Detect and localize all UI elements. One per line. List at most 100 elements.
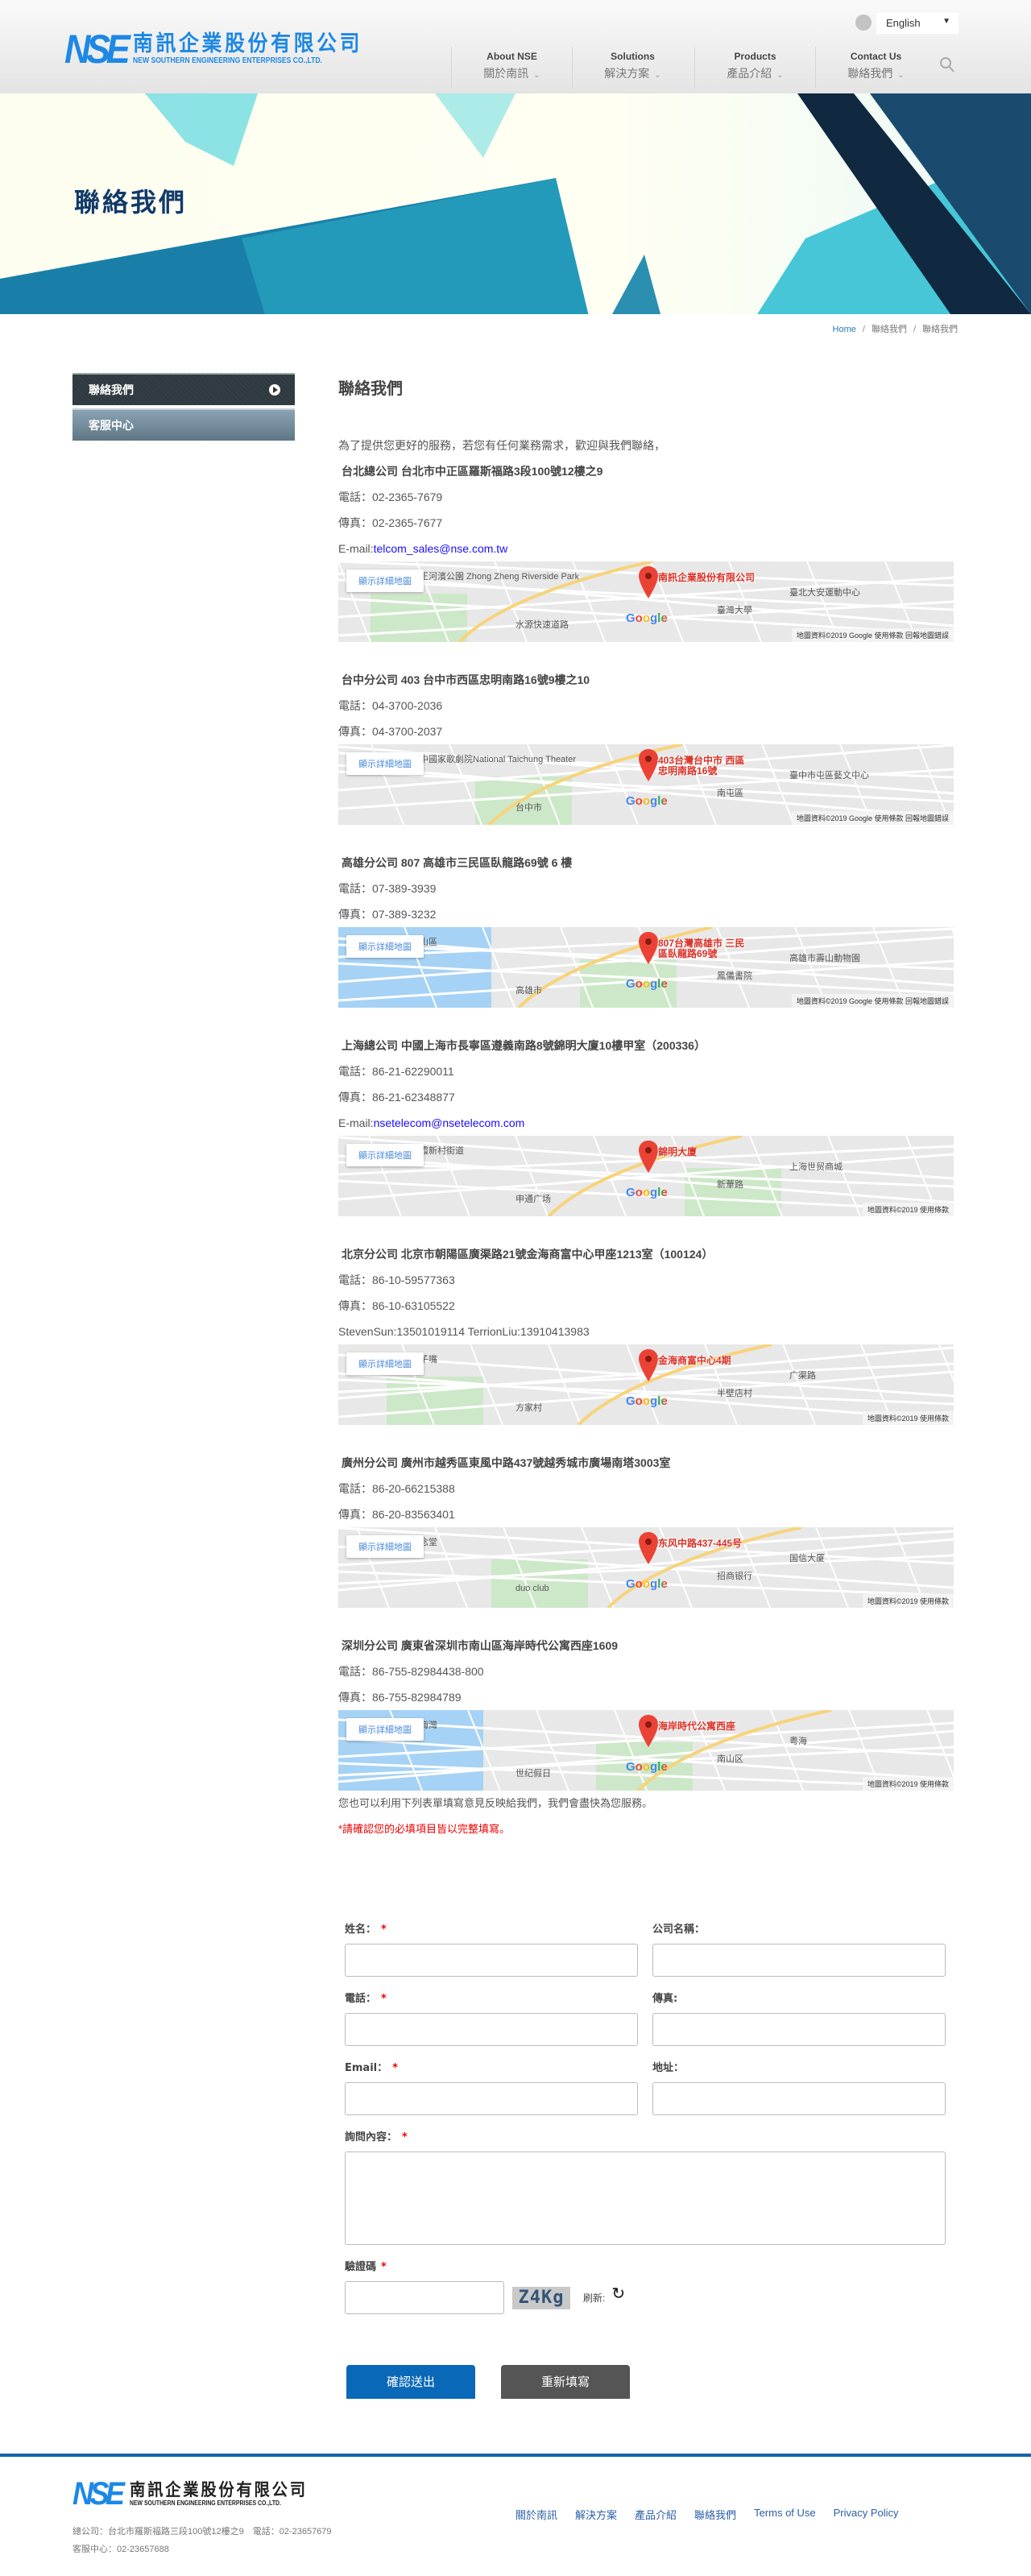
show-detailed-map-button[interactable]: 顯示詳細地圖: [346, 1144, 424, 1166]
map-pin-label: 807台灣高雄市 三民區臥龍路69號: [658, 938, 745, 959]
nav-about[interactable]: About NSE 關於南訊 ⌄: [451, 47, 572, 89]
map-pin-icon[interactable]: [638, 566, 659, 598]
office-fax: 傳真：02-2365-7677: [338, 516, 443, 529]
fax-input[interactable]: [652, 2013, 946, 2046]
search-icon[interactable]: [939, 56, 955, 74]
show-detailed-map-button[interactable]: 顯示詳細地圖: [346, 1718, 424, 1741]
map-attribution: 地圖資料©2019 使用條款: [862, 1203, 954, 1216]
map-landmark: 高雄市壽山動物園: [789, 954, 860, 963]
office-map[interactable]: 鸭子嘴 广渠路 半壁店村 方家村 顯示詳細地圖 金海商富中心4期 Google 地圖資料©20…: [338, 1344, 954, 1425]
map-landmark: 国信大厦: [789, 1554, 825, 1563]
email-link[interactable]: nsetelecom@nsetelecom.com: [374, 1116, 525, 1129]
google-logo-text: Google: [626, 1577, 668, 1591]
email-input[interactable]: [345, 2082, 638, 2115]
phone-label-text: 電話：: [345, 1993, 377, 2005]
breadcrumb-separator: /: [913, 325, 916, 334]
breadcrumb-item[interactable]: 聯絡我們: [872, 325, 907, 334]
nav-products-cn: 產品介紹: [727, 68, 772, 81]
map-pin-icon[interactable]: [638, 1349, 659, 1381]
show-detailed-map-button[interactable]: 顯示詳細地圖: [346, 1352, 424, 1375]
footer-link-privacy[interactable]: Privacy Policy: [834, 2507, 899, 2522]
office-phone: 電話：04-3700-2036: [338, 699, 443, 712]
phone-input[interactable]: [345, 2013, 638, 2046]
logo-mark: NSE: [64, 27, 130, 72]
required-mark: *: [381, 1993, 387, 2005]
message-label: 詢問內容： *: [345, 2130, 946, 2146]
submit-button[interactable]: 確認送出: [346, 2365, 475, 2399]
footer-logo-name-cn: 南訊企業股份有限公司: [130, 2480, 308, 2499]
map-pin-icon[interactable]: [638, 1715, 659, 1747]
email-prefix: E-mail:: [338, 542, 374, 555]
office-fax: 傳真：04-3700-2037: [338, 725, 443, 738]
contact-form: 姓名： * 公司名稱： 電話： * 傳真: Email： * 地址： 詢問內容： * 驗…: [345, 1922, 946, 2399]
google-logo: Google: [626, 1577, 668, 1591]
footer-logo[interactable]: NSE 南訊企業股份有限公司 NEW SOUTHERN ENGINEERING …: [72, 2478, 322, 2510]
office-map[interactable]: 纪念堂 国信大厦 招商银行 duo club 顯示詳細地圖 东风中路437-445号 Goo…: [338, 1527, 954, 1608]
sidebar-item-label: 客服中心: [89, 420, 134, 433]
sidebar-item-service-center[interactable]: 客服中心: [72, 408, 295, 441]
office-heading: 台中分公司 403 台中市西區忠明南路16號9樓之10: [342, 673, 590, 686]
office-map[interactable]: 中正河濱公園 Zhong Zheng Riverside Park 臺北大安運動中…: [338, 561, 954, 642]
map-pin-label: 錦明大廈: [658, 1146, 698, 1158]
footer-link-terms[interactable]: Terms of Use: [754, 2507, 816, 2522]
show-detailed-map-button[interactable]: 顯示詳細地圖: [346, 752, 424, 775]
captcha-input[interactable]: [345, 2281, 504, 2314]
nav-solutions[interactable]: Solutions 解決方案 ⌄: [572, 47, 693, 89]
address-label: 地址：: [652, 2062, 685, 2074]
address-input[interactable]: [652, 2082, 946, 2115]
captcha-label: 驗證碼 *: [345, 2259, 946, 2276]
map-landmark: 台中市: [516, 803, 542, 813]
map-landmark: 臺中市屯區藝文中心: [789, 771, 869, 781]
map-pin-label: 金海商富中心4期: [658, 1355, 731, 1366]
company-logo[interactable]: NSE 南訊企業股份有限公司 NEW SOUTHERN ENGINEERING …: [64, 29, 387, 69]
name-label: 姓名： *: [345, 1922, 638, 1938]
office-map[interactable]: 前海灣 粤海 南山区 世纪假日 顯示詳細地圖 海岸時代公寓西座 Google 地圖資料©201…: [338, 1710, 954, 1791]
office-map[interactable]: 鼓山區 高雄市壽山動物園 鳳儀書院 高雄市 顯示詳細地圖 807台灣高雄市 三民區臥龍路6…: [338, 927, 954, 1008]
fax-label: 傳真:: [652, 1993, 678, 2005]
office-phone: 電話：07-389-3939: [338, 882, 437, 895]
sidebar-item-contact[interactable]: 聯絡我們: [72, 373, 295, 405]
reset-button[interactable]: 重新填寫: [501, 2365, 630, 2399]
required-mark: *: [392, 2062, 398, 2074]
breadcrumb-home[interactable]: Home: [833, 325, 856, 334]
company-input[interactable]: [652, 1944, 946, 1977]
footer-link-contact[interactable]: 聯絡我們: [694, 2507, 736, 2522]
office-heading: 深圳分公司 廣東省深圳市南山區海岸時代公寓西座1609: [342, 1639, 619, 1652]
language-select[interactable]: English ▼: [876, 13, 959, 34]
map-attribution: 地圖資料©2019 使用條款: [862, 1594, 954, 1608]
office-map[interactable]: 仙霞新村街道 上海世贸商城 新華路 申通广场 顯示詳細地圖 錦明大廈 Google 地圖資料©…: [338, 1136, 954, 1216]
captcha-text: Z4Kg: [518, 2287, 565, 2308]
map-pin-icon[interactable]: [638, 1141, 659, 1173]
office-heading: 北京分公司 北京市朝陽區廣渠路21號金海商富中心甲座1213室（100124）: [342, 1248, 714, 1261]
logo-name-cn: 南訊企業股份有限公司: [132, 31, 363, 56]
google-logo-text: Google: [626, 794, 668, 808]
office-fax: 傳真：86-755-82984789: [338, 1691, 462, 1704]
office-block: 台中分公司 403 台中市西區忠明南路16號9樓之10 電話：04-3700-20…: [338, 667, 954, 825]
show-detailed-map-button[interactable]: 顯示詳細地圖: [346, 569, 424, 592]
language-value: English: [886, 17, 921, 29]
show-detailed-map-button[interactable]: 顯示詳細地圖: [346, 1535, 424, 1558]
map-pin-icon[interactable]: [638, 932, 659, 964]
nav-products[interactable]: Products 產品介紹 ⌄: [694, 47, 815, 89]
nav-contact[interactable]: Contact Us 聯絡我們 ⌄: [815, 47, 936, 89]
nav-products-en: Products: [734, 51, 776, 62]
map-landmark: 广渠路: [789, 1371, 816, 1381]
name-input[interactable]: [345, 1944, 638, 1977]
office-block: 廣州分公司 廣州市越秀區東風中路437號越秀城市廣場南塔3003室 電話：86-2…: [338, 1450, 954, 1608]
footer-link-about[interactable]: 關於南訊: [516, 2507, 557, 2522]
map-pin-icon[interactable]: [638, 1532, 659, 1564]
show-detailed-map-button[interactable]: 顯示詳細地圖: [346, 935, 424, 958]
captcha-image: Z4Kg: [512, 2286, 570, 2309]
office-map[interactable]: 臺中國家歌劇院National Taichung Theater 臺中市屯區藝文中…: [338, 744, 954, 825]
office-phone: 電話：86-21-62290011: [338, 1065, 454, 1078]
office-phone: 電話：02-2365-7679: [338, 491, 443, 503]
message-textarea[interactable]: [345, 2151, 946, 2245]
map-landmark: 中正河濱公園 Zhong Zheng Riverside Park: [411, 572, 580, 582]
email-link[interactable]: telcom_sales@nse.com.tw: [374, 542, 508, 555]
map-pin-icon[interactable]: [638, 749, 659, 781]
map-pin-label: 海岸時代公寓西座: [658, 1721, 736, 1732]
footer-link-solutions[interactable]: 解決方案: [575, 2507, 617, 2522]
footer-link-products[interactable]: 產品介紹: [635, 2507, 677, 2522]
refresh-icon[interactable]: ↻: [611, 2284, 625, 2304]
google-logo: Google: [626, 1760, 668, 1774]
